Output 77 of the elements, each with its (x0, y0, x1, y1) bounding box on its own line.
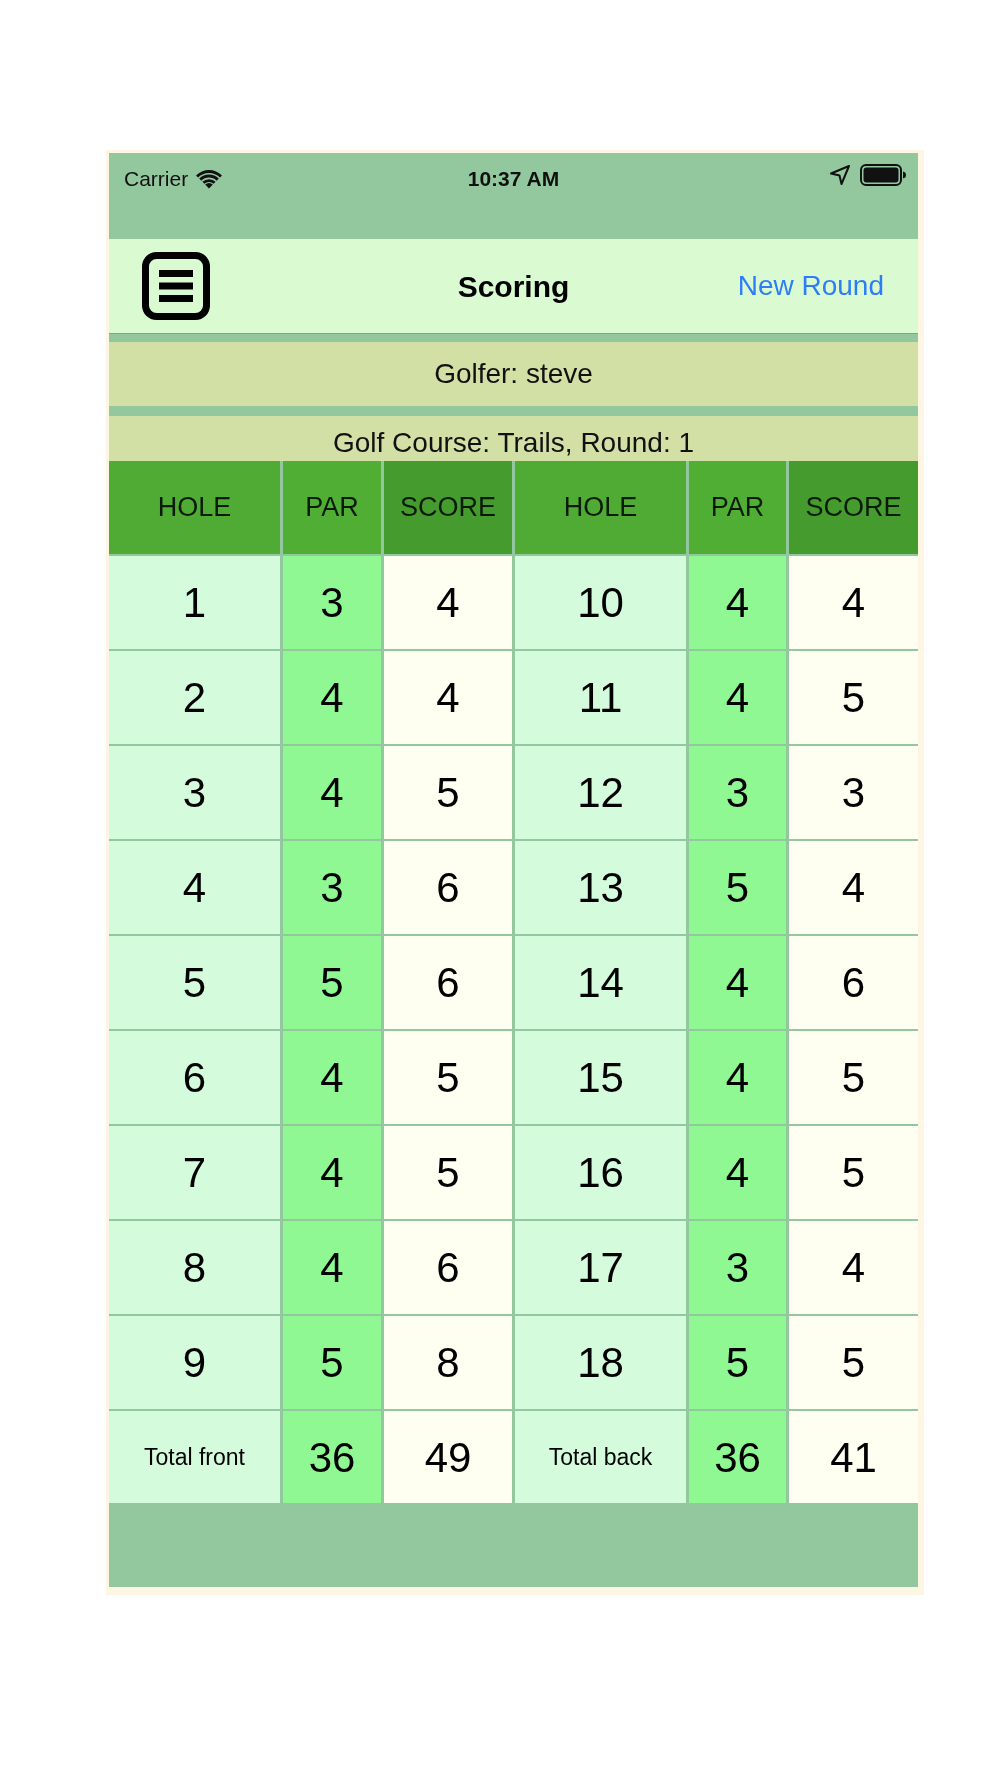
table-cell: 16 (515, 1126, 686, 1219)
wifi-icon (195, 168, 224, 190)
table-cell: 4 (689, 936, 786, 1029)
total-label: Total back (515, 1411, 686, 1503)
course-banner: Golf Course: Trails, Round: 1 (109, 416, 918, 461)
battery-icon (860, 164, 906, 186)
table-cell: 4 (283, 746, 381, 839)
table-cell: 6 (384, 936, 512, 1029)
table-cell: 10 (515, 556, 686, 649)
table-cell: 12 (515, 746, 686, 839)
table-cell: 4 (689, 651, 786, 744)
menu-icon (142, 252, 210, 320)
table-cell: 2 (109, 651, 280, 744)
table-cell: 18 (515, 1316, 686, 1409)
total-cell: 36 (689, 1411, 786, 1503)
table-cell: 5 (789, 1316, 918, 1409)
table-cell: 13 (515, 841, 686, 934)
table-cell: 3 (789, 746, 918, 839)
table-cell: 6 (384, 1221, 512, 1314)
table-cell: 4 (283, 1221, 381, 1314)
table-cell: 4 (689, 556, 786, 649)
column-header: HOLE (515, 461, 686, 554)
table-cell: 5 (384, 746, 512, 839)
table-cell: 4 (789, 1221, 918, 1314)
table-cell: 4 (384, 651, 512, 744)
table-cell: 15 (515, 1031, 686, 1124)
table-cell: 8 (384, 1316, 512, 1409)
table-cell: 5 (789, 1031, 918, 1124)
table-cell: 4 (283, 1126, 381, 1219)
table-cell: 6 (789, 936, 918, 1029)
table-cell: 3 (689, 1221, 786, 1314)
table-cell: 4 (689, 1031, 786, 1124)
table-cell: 4 (789, 556, 918, 649)
table-cell: 3 (109, 746, 280, 839)
total-cell: 49 (384, 1411, 512, 1503)
location-arrow-icon (830, 165, 850, 185)
carrier-label: Carrier (124, 166, 189, 192)
column-header: SCORE (384, 461, 512, 554)
column-header: PAR (689, 461, 786, 554)
menu-button[interactable] (142, 252, 210, 320)
table-cell: 5 (283, 1316, 381, 1409)
total-cell: 41 (789, 1411, 918, 1503)
total-label: Total front (109, 1411, 280, 1503)
column-header: SCORE (789, 461, 918, 554)
golfer-banner: Golfer: steve (109, 342, 918, 406)
table-cell: 1 (109, 556, 280, 649)
table-cell: 4 (384, 556, 512, 649)
table-cell: 3 (283, 556, 381, 649)
table-cell: 5 (384, 1126, 512, 1219)
status-time: 10:37 AM (467, 166, 560, 192)
column-header: HOLE (109, 461, 280, 554)
table-cell: 3 (689, 746, 786, 839)
table-cell: 5 (789, 1126, 918, 1219)
table-cell: 5 (689, 1316, 786, 1409)
table-cell: 5 (384, 1031, 512, 1124)
table-cell: 5 (789, 651, 918, 744)
table-cell: 4 (689, 1126, 786, 1219)
table-cell: 11 (515, 651, 686, 744)
table-cell: 5 (109, 936, 280, 1029)
table-cell: 8 (109, 1221, 280, 1314)
table-cell: 4 (109, 841, 280, 934)
screen-title: Scoring (457, 268, 570, 305)
table-cell: 14 (515, 936, 686, 1029)
table-cell: 5 (283, 936, 381, 1029)
table-cell: 6 (109, 1031, 280, 1124)
column-header: PAR (283, 461, 381, 554)
table-cell: 9 (109, 1316, 280, 1409)
table-cell: 3 (283, 841, 381, 934)
table-cell: 17 (515, 1221, 686, 1314)
new-round-button[interactable]: New Round (737, 265, 884, 307)
table-cell: 4 (789, 841, 918, 934)
table-cell: 4 (283, 1031, 381, 1124)
total-cell: 36 (283, 1411, 381, 1503)
table-cell: 4 (283, 651, 381, 744)
table-cell: 6 (384, 841, 512, 934)
table-cell: 5 (689, 841, 786, 934)
table-cell: 7 (109, 1126, 280, 1219)
